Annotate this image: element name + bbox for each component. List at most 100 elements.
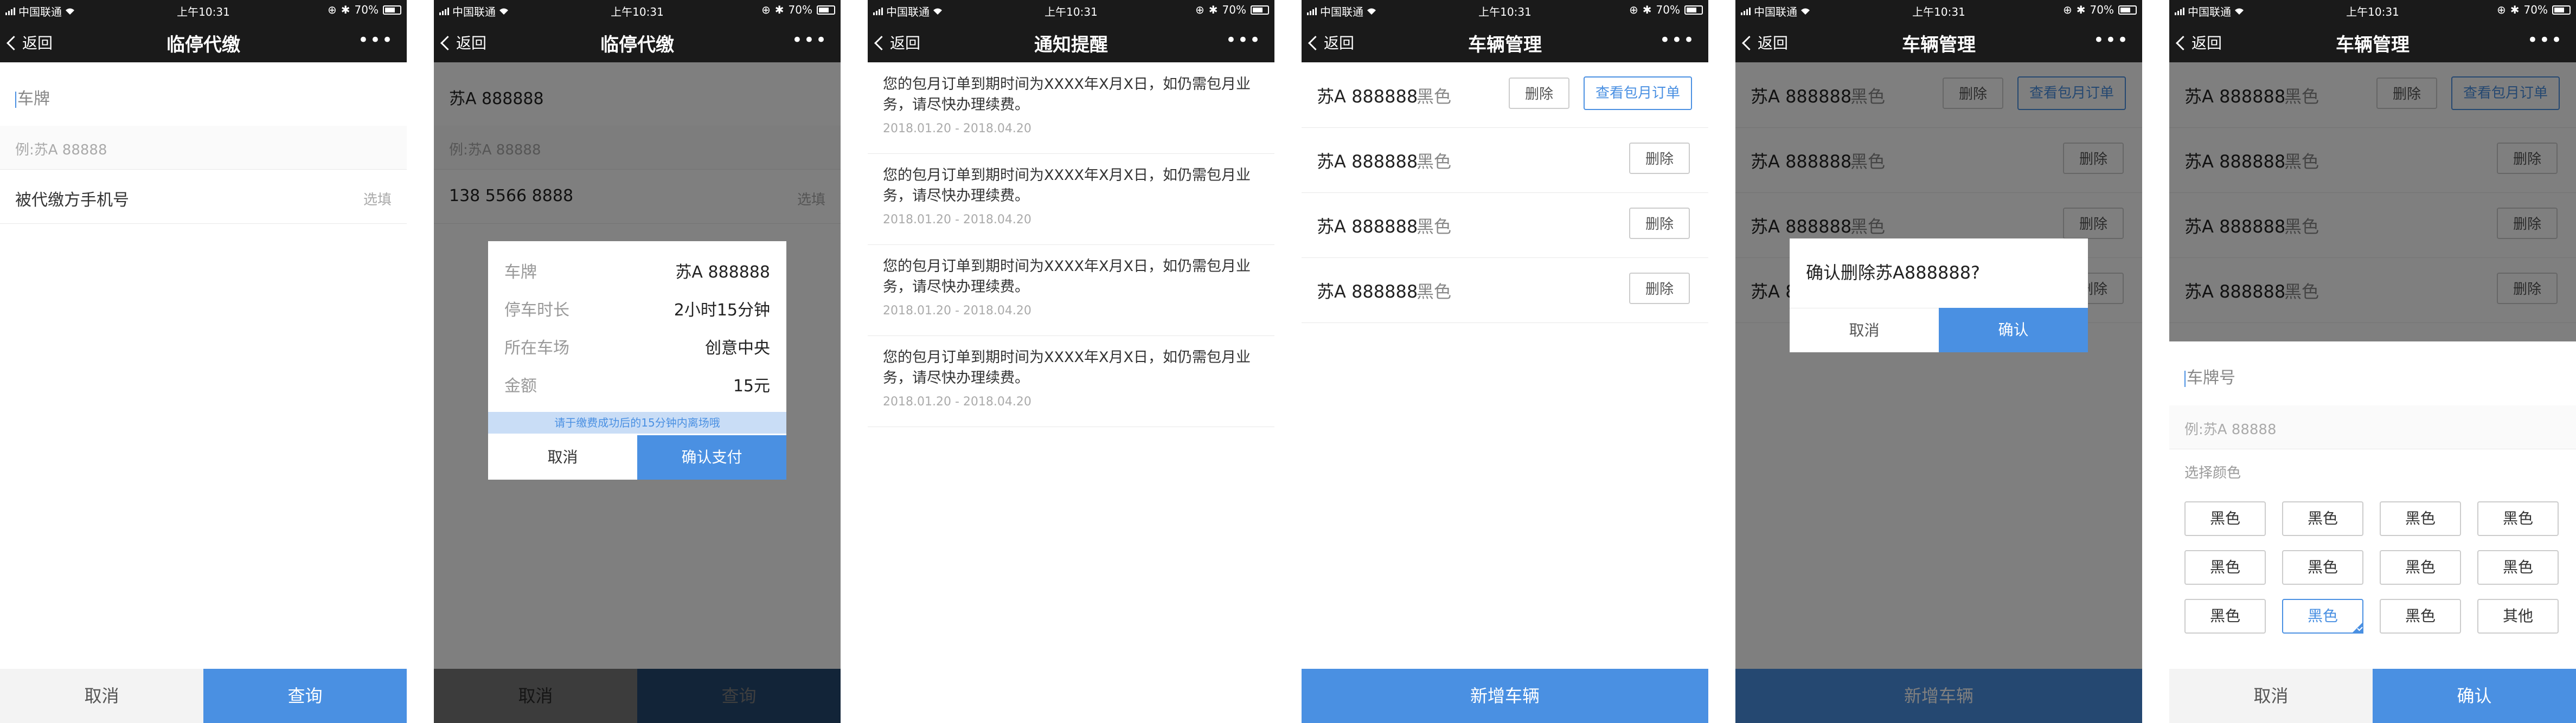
bottom-bar: 取消 确认: [2169, 669, 2576, 723]
more-icon[interactable]: •••: [1226, 29, 1261, 51]
add-vehicle-button[interactable]: 新增车辆: [1302, 669, 1708, 723]
bluetooth-icon: ✱: [1642, 3, 1652, 16]
location-icon: ⊕: [1195, 3, 1204, 16]
page-title: 临停代缴: [166, 34, 240, 56]
more-icon[interactable]: •••: [358, 29, 394, 51]
notice-date: 2018.01.20 - 2018.04.20: [883, 395, 1031, 409]
delete-button[interactable]: 删除: [1629, 143, 1690, 174]
battery-icon: [2118, 5, 2137, 15]
color-option[interactable]: 黑色: [2282, 550, 2363, 585]
bottom-bar: 新增车辆: [1302, 669, 1708, 723]
add-vehicle-sheet: 车牌号 例:苏A 88888 选择颜色 黑色 黑色 黑色 黑色 黑色 黑色 黑色…: [2169, 341, 2576, 723]
bluetooth-icon: ✱: [774, 3, 784, 16]
bottom-bar: 取消 查询: [0, 669, 407, 723]
vehicle-plate: 苏A 888888: [1317, 86, 1418, 107]
modal-value: 15元: [733, 377, 770, 396]
nav-bar: 返回 车辆管理 •••: [1735, 22, 2142, 62]
screen-add-vehicle: 中国联通 上午10:31 ⊕✱70% 返回 车辆管理 ••• 苏A 888888…: [2169, 0, 2576, 723]
status-bar: 中国联通 上午10:31 ⊕ ✱ 70%: [0, 0, 407, 22]
view-monthly-order-button[interactable]: 查看包月订单: [1584, 76, 1692, 110]
color-option[interactable]: 黑色: [2380, 599, 2461, 634]
notice-date: 2018.01.20 - 2018.04.20: [883, 304, 1031, 318]
plate-number-row[interactable]: 车牌号: [2169, 341, 2576, 406]
location-icon: ⊕: [761, 3, 771, 16]
color-option[interactable]: 黑色: [2184, 501, 2266, 536]
cancel-button[interactable]: 取消: [2169, 669, 2373, 723]
vehicle-color: 黑色: [1417, 216, 1452, 237]
vehicle-color: 黑色: [1417, 86, 1452, 107]
more-icon[interactable]: •••: [2093, 29, 2129, 51]
phone-optional: 选填: [363, 192, 392, 208]
list-item[interactable]: 您的包月订单到期时间为XXXX年X月X日，如仍需包月业务，请尽快办理续费。 20…: [868, 244, 1274, 336]
location-icon: ⊕: [2063, 3, 2072, 16]
color-option[interactable]: 黑色: [2282, 501, 2363, 536]
color-option[interactable]: 黑色: [2184, 599, 2266, 634]
list-item[interactable]: 您的包月订单到期时间为XXXX年X月X日，如仍需包月业务，请尽快办理续费。 20…: [868, 335, 1274, 427]
location-icon: ⊕: [2497, 3, 2506, 16]
nav-bar: 返回 车辆管理 •••: [1302, 22, 1708, 62]
bluetooth-icon: ✱: [2076, 3, 2086, 16]
modal-value: 2小时15分钟: [674, 301, 770, 320]
battery-percent: 70%: [1222, 3, 1246, 16]
vehicle-row: 苏A 888888 黑色 删除 查看包月订单: [1302, 62, 1708, 128]
more-icon[interactable]: •••: [2527, 29, 2563, 51]
page-title: 临停代缴: [600, 34, 674, 56]
color-option[interactable]: 黑色: [2380, 550, 2461, 585]
plate-example-row: 例:苏A 88888: [0, 126, 407, 170]
status-bar: 中国联通 上午10:31 ⊕ ✱ 70%: [1735, 0, 2142, 22]
plate-number-placeholder: 车牌号: [2187, 369, 2235, 388]
color-option[interactable]: 黑色: [2477, 501, 2559, 536]
page-title: 通知提醒: [1034, 34, 1108, 56]
modal-value: 创意中央: [705, 339, 770, 358]
delete-button[interactable]: 删除: [1509, 78, 1569, 109]
status-bar: 中国联通 上午10:31 ⊕ ✱ 70%: [434, 0, 841, 22]
color-option-label: 黑色: [2307, 607, 2338, 625]
page-title: 车辆管理: [1468, 34, 1542, 56]
list-item[interactable]: 您的包月订单到期时间为XXXX年X月X日，如仍需包月业务，请尽快办理续费。 20…: [868, 62, 1274, 154]
query-button[interactable]: 查询: [203, 669, 407, 723]
modal-cancel-button[interactable]: 取消: [488, 435, 637, 480]
plate-input[interactable]: 车牌: [15, 85, 50, 109]
plate-input-row[interactable]: 车牌: [0, 62, 407, 126]
modal-label: 所在车场: [504, 339, 569, 358]
confirm-button[interactable]: 确认: [2373, 669, 2576, 723]
status-bar: 中国联通 上午10:31 ⊕ ✱ 70%: [868, 0, 1274, 22]
notification-list: 您的包月订单到期时间为XXXX年X月X日，如仍需包月业务，请尽快办理续费。 20…: [868, 62, 1274, 723]
vehicle-color: 黑色: [1417, 281, 1452, 302]
bluetooth-icon: ✱: [1208, 3, 1218, 16]
color-option-other[interactable]: 其他: [2477, 599, 2559, 634]
nav-bar: 返回 车辆管理 •••: [2169, 22, 2576, 62]
status-bar: 中国联通 上午10:31 ⊕ ✱ 70%: [1302, 0, 1708, 22]
more-icon[interactable]: •••: [792, 29, 828, 51]
modal-label: 停车时长: [504, 301, 569, 320]
plate-number-input[interactable]: 车牌号: [2184, 364, 2235, 388]
color-option-selected[interactable]: 黑色: [2282, 599, 2363, 634]
delete-button[interactable]: 删除: [1629, 273, 1690, 304]
modal-overlay[interactable]: [1735, 62, 2142, 723]
plate-example: 例:苏A 88888: [2184, 422, 2277, 438]
cancel-button[interactable]: 取消: [0, 669, 203, 723]
color-option[interactable]: 黑色: [2380, 501, 2461, 536]
screen-notifications: 中国联通 上午10:31 ⊕ ✱ 70% 返回 通知提醒 ••• 您的包月订单到期时…: [868, 0, 1274, 723]
nav-bar: 返回 临停代缴 •••: [434, 22, 841, 62]
plate-placeholder: 车牌: [17, 89, 50, 108]
delete-button[interactable]: 删除: [1629, 208, 1690, 239]
phone-row[interactable]: 被代缴方手机号 选填: [0, 169, 407, 224]
status-bar: 中国联通 上午10:31 ⊕ ✱ 70%: [2169, 0, 2576, 22]
page-title: 车辆管理: [1902, 34, 1976, 56]
battery-icon: [1251, 5, 1269, 15]
dialog-cancel-button[interactable]: 取消: [1790, 308, 1939, 353]
notice-date: 2018.01.20 - 2018.04.20: [883, 213, 1031, 227]
color-option[interactable]: 黑色: [2477, 550, 2559, 585]
battery-icon: [2552, 5, 2571, 15]
vehicle-plate: 苏A 888888: [1317, 281, 1418, 302]
list-item[interactable]: 您的包月订单到期时间为XXXX年X月X日，如仍需包月业务，请尽快办理续费。 20…: [868, 153, 1274, 245]
dialog-confirm-button[interactable]: 确认: [1939, 308, 2088, 352]
battery-icon: [1684, 5, 1703, 15]
notice-text: 您的包月订单到期时间为XXXX年X月X日，如仍需包月业务，请尽快办理续费。: [883, 258, 1251, 295]
confirm-pay-button[interactable]: 确认支付: [637, 435, 786, 480]
more-icon[interactable]: •••: [1659, 29, 1695, 51]
modal-label: 车牌: [504, 263, 537, 282]
color-option[interactable]: 黑色: [2184, 550, 2266, 585]
location-icon: ⊕: [1629, 3, 1638, 16]
